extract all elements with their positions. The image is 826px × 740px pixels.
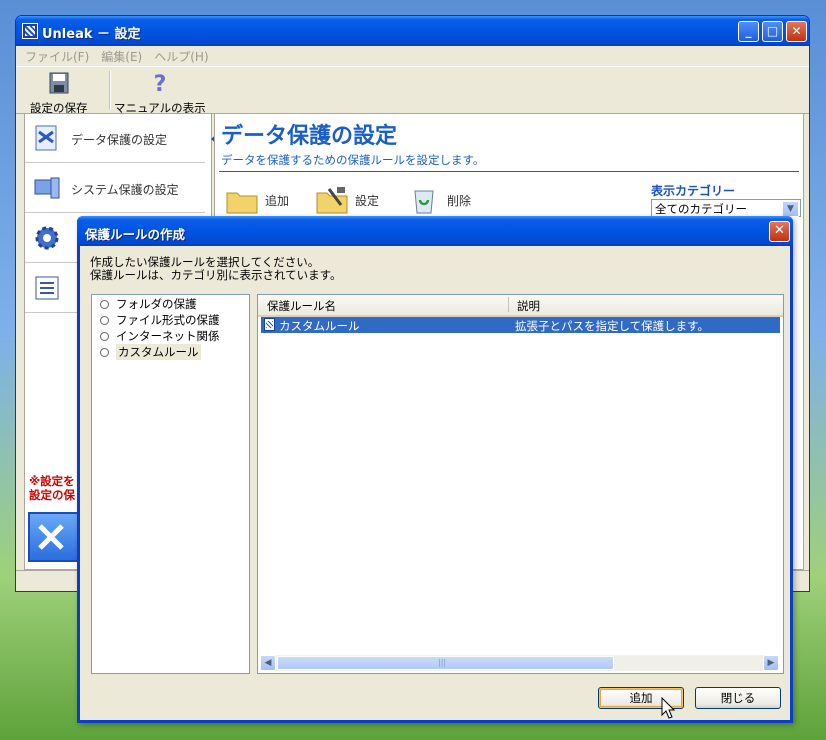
category-file-type-protection[interactable]: ファイル形式の保護: [100, 313, 220, 327]
folder-icon: [226, 192, 258, 214]
warning-note: ※設定を 設定の保: [29, 474, 75, 502]
logo-icon: [38, 524, 64, 550]
svg-text:?: ?: [153, 72, 166, 95]
sidebar-item-system-protection[interactable]: システム保護の設定: [25, 164, 205, 213]
rule-table: 保護ルール名 説明 カスタムルール 拡張子とパスを指定して保護します。 ◀ ▶: [257, 294, 784, 674]
radio-button[interactable]: [100, 347, 109, 357]
category-label: ファイル形式の保護: [116, 313, 220, 327]
list-icon: [35, 276, 59, 300]
data-protect-icon: [35, 125, 57, 151]
add-rule-label: 追加: [265, 193, 290, 208]
column-header-description[interactable]: 説明: [517, 298, 540, 314]
category-list: フォルダの保護 ファイル形式の保護 インターネット関係 カスタムルール: [91, 294, 250, 674]
category-label: インターネット関係: [116, 329, 220, 343]
rule-name-cell: カスタムルール: [279, 319, 360, 333]
menu-edit[interactable]: 編集(E): [101, 48, 142, 65]
menu-bar: ファイル(F) 編集(E) ヘルプ(H): [16, 46, 809, 67]
category-label: 表示カテゴリー: [651, 184, 736, 198]
help-icon: ?: [153, 72, 166, 97]
app-logo: [28, 512, 80, 562]
scrollbar-thumb[interactable]: [277, 656, 614, 670]
table-header: 保護ルール名 説明: [258, 295, 783, 317]
scroll-left-icon[interactable]: ◀: [260, 655, 276, 671]
save-settings-button[interactable]: 設定の保存: [30, 71, 88, 116]
category-label: フォルダの保護: [116, 297, 197, 311]
floppy-disk-icon: [49, 72, 69, 94]
sidebar-item-label: システム保護の設定: [71, 183, 179, 197]
horizontal-scrollbar[interactable]: ◀ ▶: [260, 655, 779, 671]
sidebar-item-label: データ保護の設定: [71, 133, 168, 147]
toolbar: 設定の保存 ? マニュアルの表示: [16, 67, 809, 116]
category-label: カスタムルール: [116, 344, 201, 360]
page-description: データを保護するための保護ルールを設定します。: [221, 153, 485, 167]
column-header-rule-name[interactable]: 保護ルール名: [267, 298, 336, 314]
category-internet[interactable]: インターネット関係: [100, 329, 220, 343]
rule-description-cell: 拡張子とパスを指定して保護します。: [515, 319, 710, 333]
category-custom-rule[interactable]: カスタムルール: [100, 344, 201, 360]
delete-rule-label: 削除: [447, 193, 472, 208]
warning-note-line: 設定の保: [29, 488, 75, 502]
category-select[interactable]: 全てのカテゴリー ▼: [651, 199, 801, 217]
radio-button[interactable]: [100, 315, 109, 325]
dialog-close-button[interactable]: ✕: [769, 221, 790, 242]
mouse-cursor-icon: [661, 697, 675, 719]
window-title: Unleak － 設定: [42, 27, 141, 42]
gear-icon: [35, 226, 59, 250]
menu-help[interactable]: ヘルプ(H): [154, 48, 208, 65]
minimize-button[interactable]: _: [738, 21, 759, 42]
create-rule-dialog: 保護ルールの作成 ✕ 作成したい保護ルールを選択してください。 保護ルールは、カ…: [77, 216, 793, 723]
rule-icon: [264, 318, 275, 331]
add-rule-button[interactable]: 追加: [225, 182, 289, 218]
column-divider[interactable]: [508, 297, 509, 312]
show-manual-button[interactable]: ? マニュアルの表示: [114, 71, 206, 116]
dialog-title: 保護ルールの作成: [85, 227, 186, 242]
configure-rule-button[interactable]: 設定: [315, 182, 379, 218]
close-button[interactable]: ✕: [786, 21, 807, 42]
radio-button[interactable]: [100, 299, 109, 309]
toolbar-separator: [109, 71, 111, 109]
dialog-instructions: 作成したい保護ルールを選択してください。 保護ルールは、カテゴリ別に表示されてい…: [90, 256, 342, 282]
dialog-title-bar[interactable]: 保護ルールの作成 ✕: [77, 216, 793, 246]
title-bar[interactable]: Unleak － 設定 _ □ ✕: [16, 16, 809, 46]
maximize-button[interactable]: □: [762, 21, 783, 42]
table-row[interactable]: カスタムルール 拡張子とパスを指定して保護します。: [261, 317, 780, 333]
divider: [219, 171, 799, 172]
tools-icon: [316, 187, 348, 214]
scroll-right-icon[interactable]: ▶: [763, 655, 779, 671]
close-dialog-button[interactable]: 閉じる: [695, 687, 781, 709]
menu-file[interactable]: ファイル(F): [25, 48, 89, 65]
warning-note-line: ※設定を: [29, 474, 75, 488]
configure-rule-label: 設定: [355, 193, 380, 208]
system-protect-icon: [34, 177, 60, 199]
delete-rule-button[interactable]: 削除: [407, 182, 471, 218]
sidebar-item-data-protection[interactable]: データ保護の設定: [25, 114, 205, 163]
app-icon: [22, 23, 38, 39]
instruction-line: 保護ルールは、カテゴリ別に表示されています。: [90, 268, 342, 282]
radio-button[interactable]: [100, 331, 109, 341]
chevron-down-icon[interactable]: ▼: [782, 201, 799, 217]
category-folder-protection[interactable]: フォルダの保護: [100, 297, 197, 311]
category-value: 全てのカテゴリー: [655, 202, 747, 216]
page-title: データ保護の設定: [221, 124, 398, 149]
recycle-bin-icon: [414, 190, 434, 214]
